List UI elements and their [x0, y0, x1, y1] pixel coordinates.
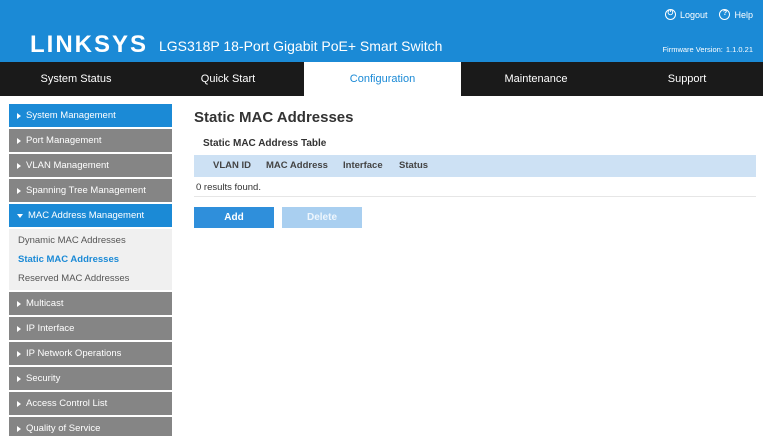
results-text: 0 results found. — [196, 182, 261, 193]
page-title: Static MAC Addresses — [194, 109, 354, 126]
chevron-right-icon — [17, 375, 21, 382]
sidebar-item-mac-address-management[interactable]: MAC Address Management — [9, 204, 172, 227]
tab-quick-start[interactable]: Quick Start — [152, 62, 304, 96]
chevron-right-icon — [17, 162, 21, 169]
power-icon: ⏻ — [664, 9, 676, 20]
sidebar-item-spanning-tree[interactable]: Spanning Tree Management — [9, 179, 172, 202]
logout-label: Logout — [679, 9, 708, 20]
header-bar: LINKSYS LGS318P 18-Port Gigabit PoE+ Sma… — [0, 0, 763, 62]
sidebar-item-label: Security — [26, 373, 61, 384]
chevron-right-icon — [17, 112, 21, 119]
brand-logo: LINKSYS — [30, 31, 149, 58]
column-header-interface: Interface — [343, 160, 383, 171]
chevron-right-icon — [17, 325, 21, 332]
sidebar-item-ip-interface[interactable]: IP Interface — [9, 317, 172, 340]
sidebar-item-multicast[interactable]: Multicast — [9, 292, 172, 315]
product-name: LGS318P 18-Port Gigabit PoE+ Smart Switc… — [159, 38, 443, 54]
table-divider — [194, 196, 756, 197]
chevron-right-icon — [17, 425, 21, 432]
tab-maintenance[interactable]: Maintenance — [461, 62, 611, 96]
sidebar-item-security[interactable]: Security — [9, 367, 172, 390]
tab-system-status[interactable]: System Status — [0, 62, 152, 96]
chevron-right-icon — [17, 300, 21, 307]
submenu-dynamic-mac[interactable]: Dynamic MAC Addresses — [9, 231, 172, 250]
add-button[interactable]: Add — [194, 207, 274, 228]
chevron-right-icon — [17, 400, 21, 407]
sidebar-item-label: Spanning Tree Management — [26, 185, 146, 196]
sidebar-item-label: Port Management — [26, 135, 102, 146]
sidebar-item-system-management[interactable]: System Management — [9, 104, 172, 127]
delete-button[interactable]: Delete — [282, 207, 362, 228]
help-link[interactable]: ? Help — [719, 9, 753, 20]
chevron-right-icon — [17, 187, 21, 194]
firmware-version: Firmware Version: 1.1.0.21 — [659, 45, 753, 54]
sidebar-item-ip-network-operations[interactable]: IP Network Operations — [9, 342, 172, 365]
sidebar-item-label: Access Control List — [26, 398, 108, 409]
help-label: Help — [734, 9, 753, 20]
sidebar-item-label: IP Interface — [26, 323, 75, 334]
sidebar: System Management Port Management VLAN M… — [9, 104, 172, 436]
top-links: ⏻ Logout ? Help — [664, 9, 753, 20]
tab-configuration[interactable]: Configuration — [304, 62, 461, 96]
sidebar-item-vlan-management[interactable]: VLAN Management — [9, 154, 172, 177]
logout-link[interactable]: ⏻ Logout — [664, 9, 708, 20]
help-icon: ? — [719, 9, 731, 20]
table-header: VLAN ID MAC Address Interface Status — [194, 155, 756, 177]
column-header-status: Status — [399, 160, 429, 171]
chevron-right-icon — [17, 350, 21, 357]
sidebar-item-quality-of-service[interactable]: Quality of Service — [9, 417, 172, 436]
submenu-static-mac[interactable]: Static MAC Addresses — [9, 250, 172, 269]
sidebar-item-label: MAC Address Management — [28, 210, 145, 221]
column-header-vlan-id: VLAN ID — [213, 160, 251, 171]
mac-submenu: Dynamic MAC Addresses Static MAC Address… — [9, 229, 172, 290]
sidebar-item-access-control-list[interactable]: Access Control List — [9, 392, 172, 415]
column-header-mac-address: MAC Address — [266, 160, 328, 171]
chevron-down-icon — [17, 213, 23, 218]
sidebar-item-label: IP Network Operations — [26, 348, 122, 359]
chevron-right-icon — [17, 137, 21, 144]
firmware-value: 1.1.0.21 — [725, 45, 753, 54]
tab-support[interactable]: Support — [611, 62, 763, 96]
sidebar-item-label: VLAN Management — [26, 160, 109, 171]
table-title: Static MAC Address Table — [203, 138, 327, 149]
sidebar-item-label: System Management — [26, 110, 116, 121]
main-nav: System Status Quick Start Configuration … — [0, 62, 763, 96]
sidebar-item-port-management[interactable]: Port Management — [9, 129, 172, 152]
firmware-label: Firmware Version: — [662, 45, 723, 54]
sidebar-item-label: Multicast — [26, 298, 64, 309]
submenu-reserved-mac[interactable]: Reserved MAC Addresses — [9, 269, 172, 288]
sidebar-item-label: Quality of Service — [26, 423, 101, 434]
